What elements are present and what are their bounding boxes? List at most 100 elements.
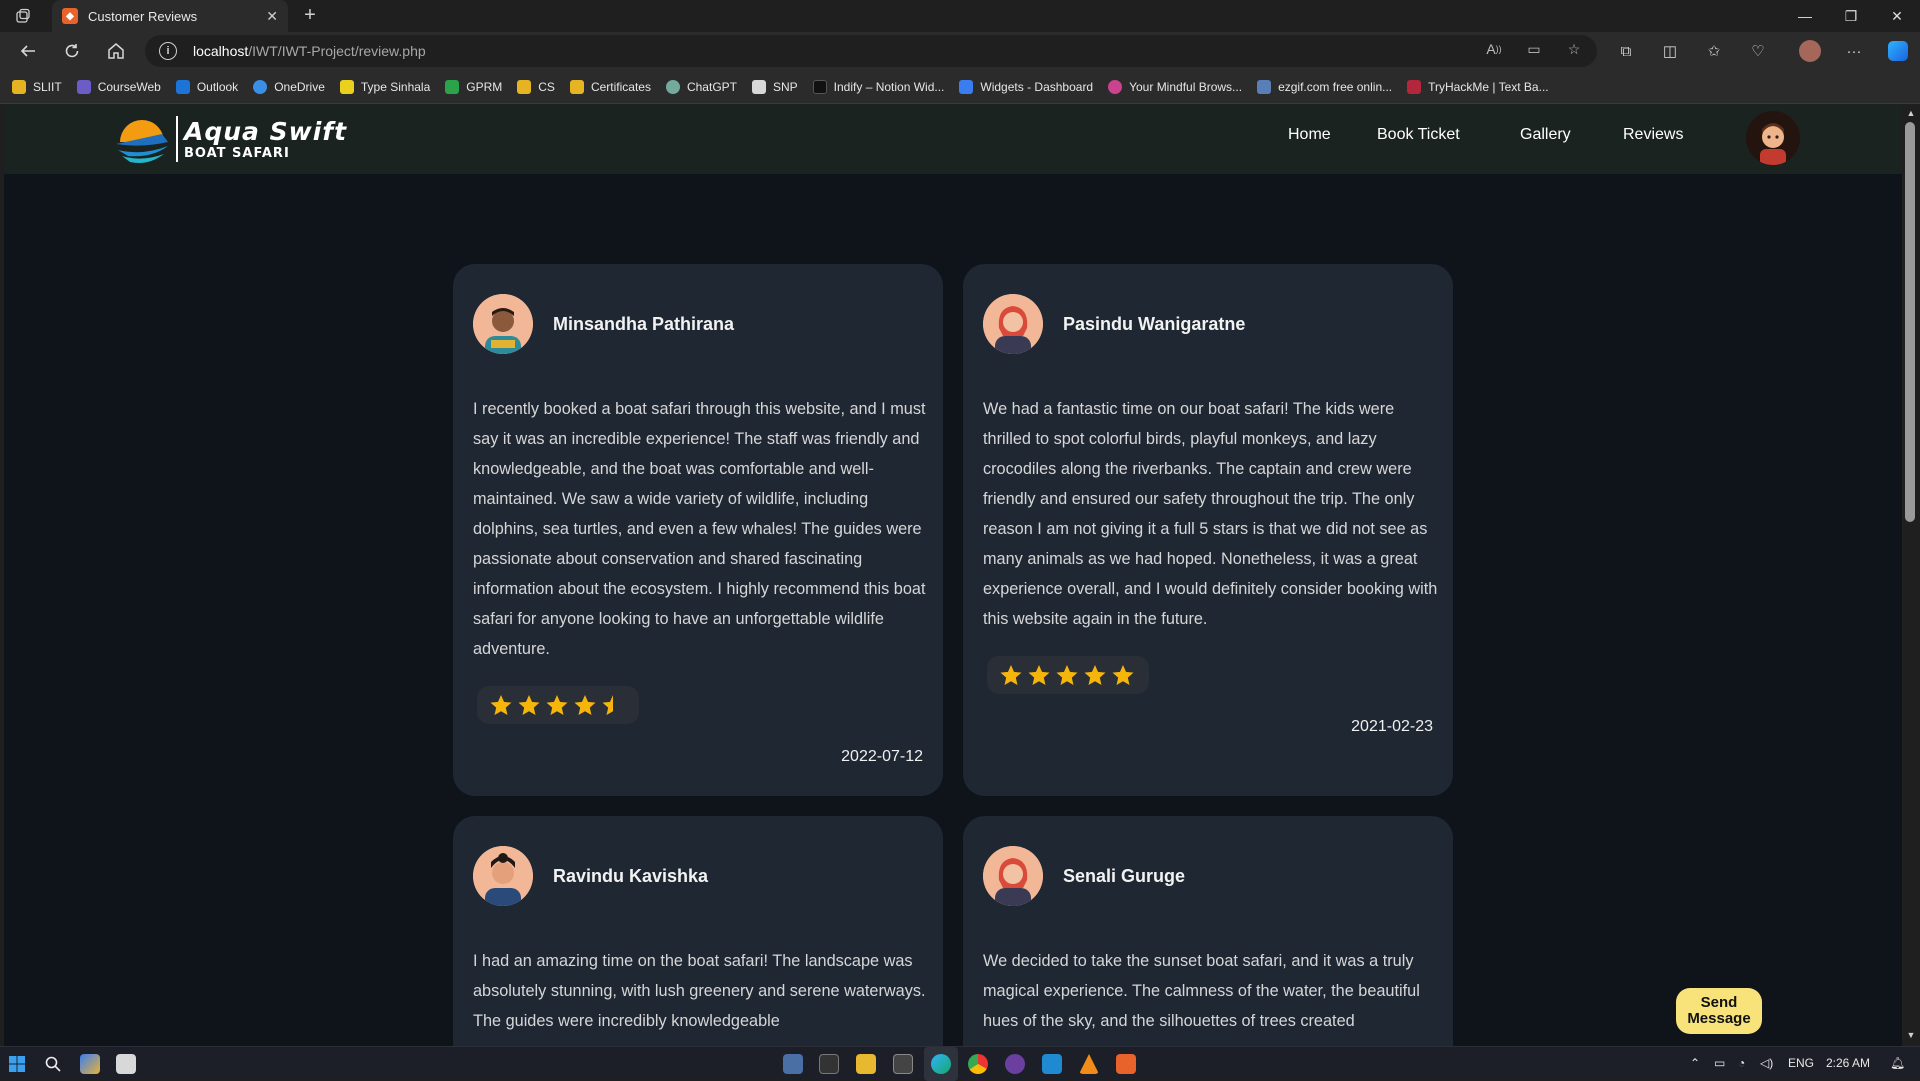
bookmark-item[interactable]: SNP bbox=[751, 79, 798, 94]
volume-icon[interactable]: ◁) bbox=[1760, 1056, 1773, 1070]
bookmark-item[interactable]: Type Sinhala bbox=[339, 79, 431, 94]
bookmark-item[interactable]: Your Mindful Brows... bbox=[1108, 79, 1242, 94]
review-date: 2022-07-12 bbox=[841, 748, 923, 765]
nav-reviews[interactable]: Reviews bbox=[1623, 126, 1683, 144]
site-logo[interactable]: Aqua Swift BOAT SAFARI bbox=[112, 112, 347, 166]
browser-essentials-icon[interactable]: ♡ bbox=[1746, 39, 1770, 63]
address-bar[interactable]: i localhost/IWT/IWT-Project/review.php bbox=[145, 35, 1597, 67]
bookmark-item[interactable]: CourseWeb bbox=[76, 79, 161, 94]
bookmark-item[interactable]: TryHackMe | Text Ba... bbox=[1407, 79, 1549, 94]
favorite-star-icon[interactable]: ☆ bbox=[1564, 39, 1584, 59]
review-card: Minsandha Pathirana I recently booked a … bbox=[453, 264, 943, 796]
user-avatar[interactable] bbox=[1746, 111, 1800, 165]
tab-customer-reviews[interactable]: ◆ Customer Reviews ✕ bbox=[52, 0, 288, 32]
back-button[interactable] bbox=[16, 39, 40, 63]
extensions-icon[interactable]: ⧉ bbox=[1614, 39, 1638, 63]
star-icon bbox=[1028, 665, 1050, 685]
scrollbar-thumb[interactable] bbox=[1905, 122, 1915, 522]
bookmark-item[interactable]: GPRM bbox=[445, 79, 503, 94]
scroll-down-arrow-icon[interactable]: ▼ bbox=[1905, 1030, 1917, 1042]
widgets-icon bbox=[959, 79, 974, 94]
clock[interactable]: 2:26 AM bbox=[1826, 1056, 1870, 1070]
wifi-icon[interactable]: ◔ bbox=[1738, 1056, 1745, 1070]
reviewer-avatar bbox=[473, 294, 533, 354]
restore-button[interactable]: ❐ bbox=[1828, 0, 1874, 32]
review-text: I had an amazing time on the boat safari… bbox=[473, 952, 926, 1030]
scroll-up-arrow-icon[interactable]: ▲ bbox=[1905, 108, 1917, 120]
bookmark-label: Outlook bbox=[196, 79, 239, 94]
file-explorer-icon[interactable] bbox=[856, 1054, 876, 1074]
xampp-icon[interactable] bbox=[1116, 1054, 1136, 1074]
bookmark-item[interactable]: CS bbox=[517, 79, 555, 94]
notion-icon[interactable] bbox=[893, 1054, 913, 1074]
more-menu-icon[interactable]: ··· bbox=[1842, 39, 1866, 63]
nav-home[interactable]: Home bbox=[1288, 126, 1331, 144]
folder-icon bbox=[569, 79, 584, 94]
tryhackme-icon bbox=[1407, 79, 1422, 94]
bookmark-item[interactable]: SLIIT bbox=[12, 79, 62, 94]
courseweb-icon bbox=[76, 79, 91, 94]
snp-icon bbox=[751, 79, 766, 94]
vscode-icon[interactable] bbox=[1042, 1054, 1062, 1074]
minimize-button[interactable]: — bbox=[1782, 0, 1828, 32]
tab-close-icon[interactable]: ✕ bbox=[266, 8, 278, 25]
calculator-icon[interactable] bbox=[783, 1054, 803, 1074]
profile-icon[interactable] bbox=[1798, 39, 1822, 63]
bookmark-item[interactable]: Outlook bbox=[175, 79, 239, 94]
star-icon bbox=[1112, 665, 1134, 685]
copilot-icon[interactable] bbox=[1886, 39, 1910, 63]
bookmark-item[interactable]: Indify – Notion Wid... bbox=[812, 79, 944, 94]
star-icon bbox=[1056, 665, 1078, 685]
bookmark-label: Type Sinhala bbox=[360, 79, 431, 94]
star-icon bbox=[490, 695, 512, 715]
notifications-icon[interactable]: 🔔︎ bbox=[1890, 1056, 1905, 1070]
task-view-icon[interactable] bbox=[116, 1054, 136, 1074]
tab-actions-icon[interactable] bbox=[12, 6, 34, 26]
language-indicator[interactable]: ENG bbox=[1788, 1056, 1814, 1070]
terminal-icon[interactable] bbox=[819, 1054, 839, 1074]
bookmark-item[interactable]: ChatGPT bbox=[665, 79, 737, 94]
home-button[interactable] bbox=[104, 39, 128, 63]
bookmark-label: GPRM bbox=[466, 79, 503, 94]
star-icon bbox=[1000, 665, 1022, 685]
favorites-icon[interactable]: ✩ bbox=[1702, 39, 1726, 63]
folder-icon bbox=[517, 79, 532, 94]
site-info-icon[interactable]: i bbox=[159, 42, 177, 60]
review-text: We decided to take the sunset boat safar… bbox=[983, 952, 1420, 1030]
bookmark-label: CourseWeb bbox=[97, 79, 161, 94]
bookmark-label: TryHackMe | Text Ba... bbox=[1428, 79, 1549, 94]
windows-start-icon[interactable] bbox=[7, 1054, 27, 1074]
reviewer-name: Minsandha Pathirana bbox=[553, 314, 735, 334]
bookmark-item[interactable]: OneDrive bbox=[253, 79, 325, 94]
edge-icon[interactable] bbox=[931, 1054, 951, 1074]
close-window-button[interactable]: ✕ bbox=[1874, 0, 1920, 32]
gprm-icon bbox=[445, 79, 460, 94]
tab-title: Customer Reviews bbox=[88, 8, 198, 24]
new-tab-button[interactable]: + bbox=[298, 4, 322, 28]
logo-divider bbox=[176, 116, 178, 162]
bookmark-label: ezgif.com free onlin... bbox=[1278, 79, 1393, 94]
bookmark-item[interactable]: Widgets - Dashboard bbox=[959, 79, 1093, 94]
chrome-icon[interactable] bbox=[968, 1054, 988, 1074]
obs-icon[interactable] bbox=[1005, 1054, 1025, 1074]
nav-book-ticket[interactable]: Book Ticket bbox=[1377, 126, 1460, 144]
nav-gallery[interactable]: Gallery bbox=[1520, 126, 1571, 144]
bookmark-item[interactable]: ezgif.com free onlin... bbox=[1257, 79, 1393, 94]
read-aloud-icon[interactable]: A)) bbox=[1484, 39, 1504, 59]
tray-overflow-icon[interactable]: ⌃ bbox=[1690, 1056, 1700, 1070]
split-screen-icon[interactable]: ◫ bbox=[1658, 39, 1682, 63]
refresh-button[interactable] bbox=[60, 39, 84, 63]
reviewer-name: Senali Guruge bbox=[1063, 866, 1186, 886]
tab-strip: ◆ Customer Reviews ✕ + — ❐ ✕ bbox=[0, 0, 1920, 32]
bookmark-item[interactable]: Certificates bbox=[569, 79, 651, 94]
review-card: Senali Guruge We decided to take the sun… bbox=[963, 816, 1453, 1046]
vlc-icon[interactable] bbox=[1079, 1054, 1099, 1074]
chatgpt-icon bbox=[665, 79, 680, 94]
send-message-button[interactable]: Send Message bbox=[1676, 988, 1762, 1034]
ezgif-icon bbox=[1257, 79, 1272, 94]
battery-icon[interactable]: ▭ bbox=[1714, 1056, 1725, 1070]
widgets-taskbar-icon[interactable] bbox=[80, 1054, 100, 1074]
immersive-reader-icon[interactable]: ▭ bbox=[1524, 39, 1544, 59]
search-icon[interactable] bbox=[43, 1054, 63, 1074]
review-text: We had a fantastic time on our boat safa… bbox=[983, 400, 1438, 628]
